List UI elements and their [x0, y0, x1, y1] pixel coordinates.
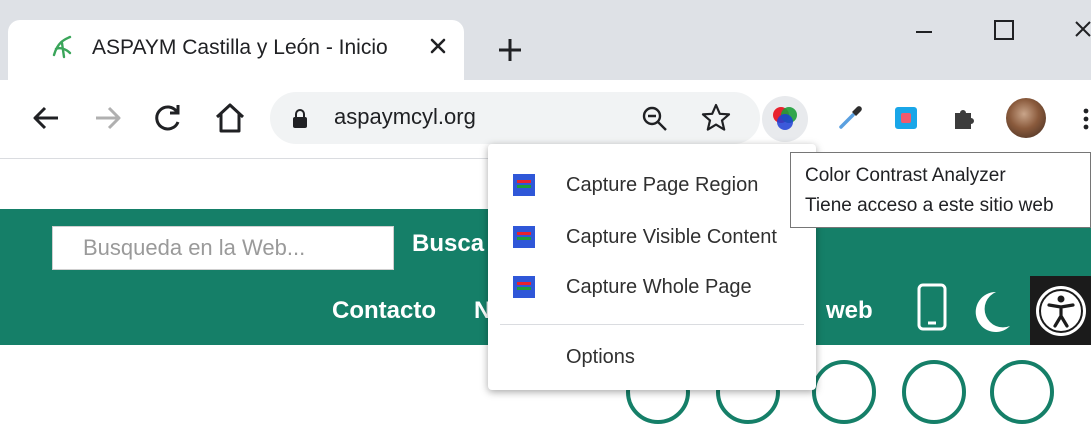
capture-icon	[513, 226, 535, 248]
forward-icon[interactable]	[90, 100, 126, 136]
nav-link-contacto[interactable]: Contacto	[332, 297, 436, 325]
capture-icon	[513, 174, 535, 196]
tab-title: ASPAYM Castilla y León - Inicio	[92, 36, 388, 59]
menu-item-capture-page-region[interactable]: Capture Page Region	[488, 160, 816, 210]
url-text[interactable]: aspaymcyl.org	[334, 104, 476, 130]
tooltip-subtitle: Tiene acceso a este sitio web	[805, 195, 1054, 216]
star-icon[interactable]	[700, 102, 732, 134]
menu-item-capture-visible-content[interactable]: Capture Visible Content	[488, 212, 816, 262]
moon-icon[interactable]	[966, 288, 1014, 336]
eyedropper-icon[interactable]	[836, 104, 864, 132]
window-close-icon[interactable]	[1062, 14, 1091, 44]
plus-icon[interactable]	[496, 36, 524, 64]
menu-item-capture-whole-page[interactable]: Capture Whole Page	[488, 262, 816, 312]
menu-item-options[interactable]: Options	[488, 332, 816, 382]
capture-icon	[513, 276, 535, 298]
mobile-icon[interactable]	[916, 282, 948, 332]
lock-icon[interactable]	[290, 108, 310, 130]
extension-menu: Capture Page Region Capture Visible Cont…	[488, 144, 816, 390]
menu-divider	[500, 324, 804, 325]
color-contrast-icon[interactable]	[770, 104, 800, 134]
menu-item-label: Capture Whole Page	[566, 276, 752, 298]
reload-icon[interactable]	[150, 100, 186, 136]
menu-item-label: Options	[566, 346, 635, 368]
minimize-icon[interactable]	[904, 14, 944, 44]
tooltip: Color Contrast Analyzer Tiene acceso a e…	[790, 152, 1091, 228]
nav-link-web[interactable]: web	[826, 297, 873, 325]
accessibility-icon[interactable]	[1034, 284, 1088, 338]
menu-item-label: Capture Page Region	[566, 174, 759, 196]
zoom-icon[interactable]	[640, 104, 670, 134]
tooltip-title: Color Contrast Analyzer	[805, 165, 1006, 186]
social-icon[interactable]	[990, 360, 1054, 424]
social-icon[interactable]	[902, 360, 966, 424]
search-input[interactable]	[52, 226, 394, 270]
maximize-icon[interactable]	[984, 14, 1024, 44]
back-icon[interactable]	[28, 100, 64, 136]
menu-item-label: Capture Visible Content	[566, 226, 777, 248]
favicon-icon	[52, 35, 72, 59]
close-icon[interactable]	[424, 32, 452, 60]
avatar[interactable]	[1006, 98, 1046, 138]
kebab-menu-icon[interactable]	[1076, 104, 1091, 134]
extension-square-icon[interactable]	[892, 104, 920, 132]
search-button[interactable]: Busca	[412, 230, 484, 258]
home-icon[interactable]	[212, 100, 248, 136]
puzzle-icon[interactable]	[950, 104, 978, 132]
social-icon[interactable]	[812, 360, 876, 424]
